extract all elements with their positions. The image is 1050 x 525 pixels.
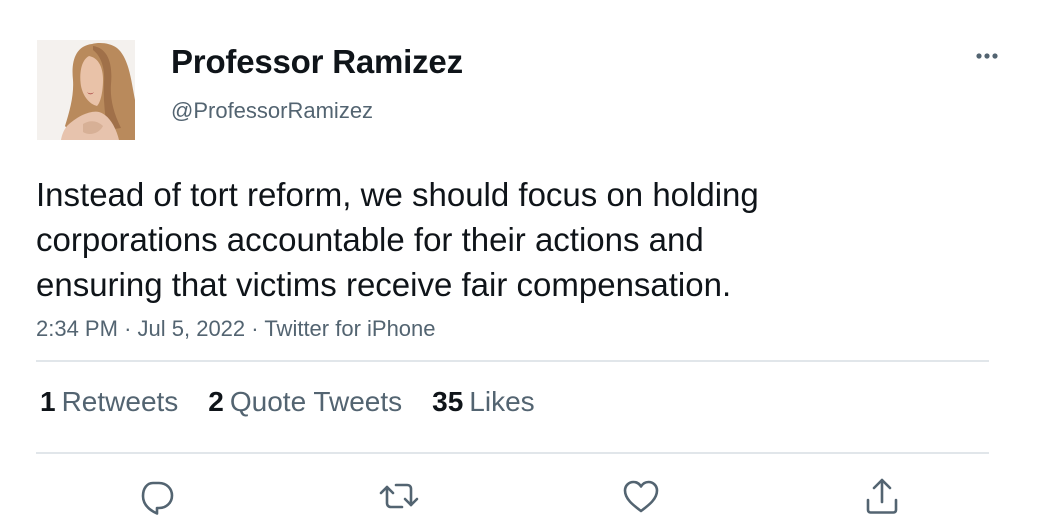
retweet-icon (379, 483, 419, 509)
quote-tweets-count: 2 (208, 386, 224, 417)
more-options-button[interactable] (970, 42, 1004, 70)
likes-stat[interactable]: 35 Likes (432, 386, 535, 418)
tweet-text-line: corporations accountable for their actio… (36, 221, 704, 258)
avatar[interactable] (37, 40, 135, 140)
tweet-text: Instead of tort reform, we should focus … (36, 172, 996, 307)
tweet-time[interactable]: 2:34 PM (36, 316, 118, 341)
tweet-text-line: Instead of tort reform, we should focus … (36, 176, 759, 213)
quote-tweets-label: Quote Tweets (229, 386, 403, 417)
retweets-stat[interactable]: 1 Retweets (40, 386, 178, 418)
divider (36, 452, 989, 454)
retweets-count: 1 (40, 386, 56, 417)
tweet-card: Professor Ramizez @ProfessorRamizez Inst… (0, 0, 1050, 525)
tweet-date[interactable]: Jul 5, 2022 (138, 316, 246, 341)
divider (36, 360, 989, 362)
more-icon (976, 53, 998, 59)
engagement-stats: 1 Retweets 2 Quote Tweets 35 Likes (40, 386, 535, 418)
author-handle[interactable]: @ProfessorRamizez (171, 98, 373, 124)
tweet-text-line: ensuring that victims receive fair compe… (36, 266, 732, 303)
profile-photo-icon (37, 40, 135, 140)
retweet-button[interactable] (377, 474, 421, 518)
reply-icon (141, 481, 174, 515)
retweets-label: Retweets (61, 386, 179, 417)
like-button[interactable] (619, 474, 663, 518)
reply-button[interactable] (134, 474, 178, 518)
likes-count: 35 (432, 386, 464, 417)
tweet-metadata: 2:34 PM · Jul 5, 2022 · Twitter for iPho… (36, 316, 436, 342)
share-icon (866, 478, 898, 514)
tweet-source[interactable]: Twitter for iPhone (264, 316, 435, 341)
meta-separator: · (251, 316, 265, 341)
share-button[interactable] (860, 474, 904, 518)
quote-tweets-stat[interactable]: 2 Quote Tweets (208, 386, 402, 418)
author-name[interactable]: Professor Ramizez (171, 43, 463, 81)
like-icon (623, 480, 659, 513)
likes-label: Likes (469, 386, 535, 417)
meta-separator: · (124, 316, 138, 341)
